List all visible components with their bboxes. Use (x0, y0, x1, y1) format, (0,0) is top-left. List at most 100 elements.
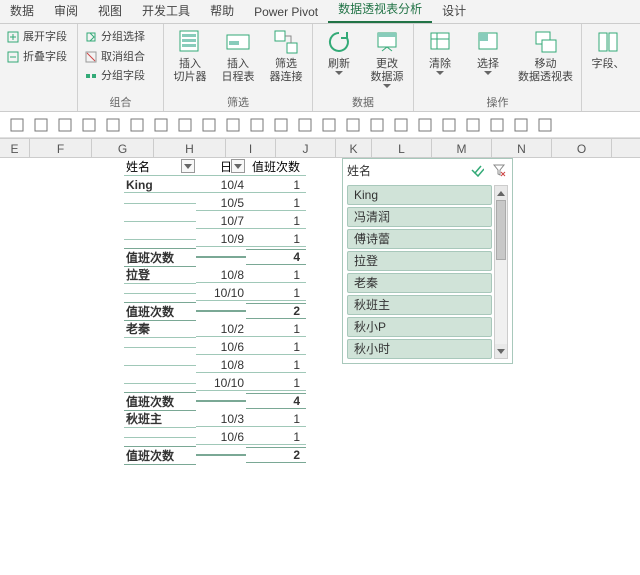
col-header-I[interactable]: I (226, 139, 276, 157)
change-source-button[interactable]: 更改 数据源 (365, 26, 409, 90)
insert-timeline-button[interactable]: 插入 日程表 (216, 26, 260, 86)
refresh-icon[interactable] (512, 116, 530, 134)
ungroup-icon (84, 50, 98, 64)
group-label-data: 数据 (317, 93, 409, 111)
open-icon[interactable] (32, 116, 50, 134)
pivot-row[interactable]: 10/51 (124, 194, 306, 212)
tab-5[interactable]: Power Pivot (244, 1, 328, 23)
group-field-button[interactable]: 分组字段 (82, 67, 147, 86)
col-header-M[interactable]: M (432, 139, 492, 157)
slicer-panel[interactable]: 姓名 King冯清润傅诗蕾拉登老秦秋班主秋小P秋小时 (342, 158, 513, 364)
col-header-L[interactable]: L (372, 139, 432, 157)
layer-icon[interactable] (320, 116, 338, 134)
table-icon[interactable] (224, 116, 242, 134)
select-button[interactable]: 选择 (466, 26, 510, 77)
find-icon[interactable] (440, 116, 458, 134)
pivot-row[interactable]: 10/61 (124, 338, 306, 356)
pivot-row[interactable]: 秋班主10/31 (124, 410, 306, 428)
pivot-row[interactable]: 10/91 (124, 230, 306, 248)
slicer-item[interactable]: King (347, 185, 492, 205)
col-header-E[interactable]: E (0, 139, 30, 157)
slicer-item[interactable]: 秋小时 (347, 339, 492, 359)
expand-icon (6, 30, 20, 44)
pivot-row[interactable]: King10/41 (124, 176, 306, 194)
refresh-button[interactable]: 刷新 (317, 26, 361, 77)
pivot-row[interactable]: 值班次数2 (124, 446, 306, 464)
clear-filter-icon[interactable] (490, 161, 508, 179)
slicer-scrollbar[interactable] (494, 185, 508, 359)
col-header-G[interactable]: G (92, 139, 154, 157)
pivot-row[interactable]: 10/71 (124, 212, 306, 230)
pivot-row[interactable]: 拉登10/81 (124, 266, 306, 284)
slicer-item[interactable]: 拉登 (347, 251, 492, 271)
format-icon[interactable] (368, 116, 386, 134)
slicer-item[interactable]: 秋小P (347, 317, 492, 337)
col-header-K[interactable]: K (336, 139, 372, 157)
tab-2[interactable]: 视图 (88, 0, 132, 23)
align-icon[interactable] (272, 116, 290, 134)
sort-icon[interactable] (392, 116, 410, 134)
group-select-button[interactable]: 分组选择 (82, 28, 147, 47)
col-header-J[interactable]: J (276, 139, 336, 157)
col-header-F[interactable]: F (30, 139, 92, 157)
az-icon[interactable] (488, 116, 506, 134)
fields-button[interactable]: 字段、 (586, 26, 630, 73)
slicer-item[interactable]: 傅诗蕾 (347, 229, 492, 249)
shape-icon[interactable] (200, 116, 218, 134)
filter-icon[interactable] (416, 116, 434, 134)
pivot-header-name[interactable]: 姓名 (124, 158, 196, 176)
dropdown-icon[interactable] (231, 159, 245, 173)
pivot-row[interactable]: 值班次数4 (124, 248, 306, 266)
group-select-icon (84, 30, 98, 44)
slicer-item[interactable]: 冯清润 (347, 207, 492, 227)
col-header-H[interactable]: H (154, 139, 226, 157)
pivot-header-date[interactable]: 日期 (196, 158, 246, 176)
tab-6[interactable]: 数据透视表分析 (328, 0, 432, 23)
expand-field-button[interactable]: 展开字段 (4, 28, 69, 47)
new-icon[interactable] (8, 116, 26, 134)
pivot-row[interactable]: 10/101 (124, 284, 306, 302)
group-label-layout (4, 109, 73, 111)
clear-button[interactable]: 清除 (418, 26, 462, 77)
tab-4[interactable]: 帮助 (200, 0, 244, 23)
undo-icon[interactable] (128, 116, 146, 134)
slicer-item[interactable]: 老秦 (347, 273, 492, 293)
scroll-thumb[interactable] (496, 200, 506, 260)
more-icon[interactable] (536, 116, 554, 134)
pivot-row[interactable]: 老秦10/21 (124, 320, 306, 338)
tab-7[interactable]: 设计 (432, 0, 476, 23)
col-header-O[interactable]: O (552, 139, 612, 157)
mail-icon[interactable] (80, 116, 98, 134)
insert-slicer-button[interactable]: 插入 切片器 (168, 26, 212, 86)
pivot-row[interactable]: 值班次数4 (124, 392, 306, 410)
collapse-label: 折叠字段 (23, 49, 67, 66)
pivot-row[interactable]: 姓名日期值班次数 (124, 158, 306, 176)
fields-icon (594, 28, 622, 56)
group-icon[interactable] (296, 116, 314, 134)
move-pivot-button[interactable]: 移动 数据透视表 (514, 26, 577, 86)
pivot-row[interactable]: 10/81 (124, 356, 306, 374)
multiselect-icon[interactable] (468, 161, 486, 179)
scroll-down-icon[interactable] (495, 344, 507, 358)
scroll-up-icon[interactable] (495, 186, 507, 200)
print-icon[interactable] (104, 116, 122, 134)
pivot-row[interactable]: 10/101 (124, 374, 306, 392)
chart-icon[interactable] (248, 116, 266, 134)
filter-connection-button[interactable]: 筛选 器连接 (264, 26, 308, 86)
tab-1[interactable]: 审阅 (44, 0, 88, 23)
tab-0[interactable]: 数据 (0, 0, 44, 23)
pivot-row[interactable]: 10/61 (124, 428, 306, 446)
cursor-icon[interactable] (176, 116, 194, 134)
slicer-item[interactable]: 秋班主 (347, 295, 492, 315)
col-header-N[interactable]: N (492, 139, 552, 157)
dropdown-icon[interactable] (181, 159, 195, 173)
font-icon[interactable] (464, 116, 482, 134)
tab-3[interactable]: 开发工具 (132, 0, 200, 23)
redo-icon[interactable] (152, 116, 170, 134)
crop-icon[interactable] (344, 116, 362, 134)
save-icon[interactable] (56, 116, 74, 134)
select-icon (474, 28, 502, 56)
pivot-row[interactable]: 值班次数2 (124, 302, 306, 320)
ungroup-button[interactable]: 取消组合 (82, 48, 147, 67)
collapse-field-button[interactable]: 折叠字段 (4, 48, 69, 67)
